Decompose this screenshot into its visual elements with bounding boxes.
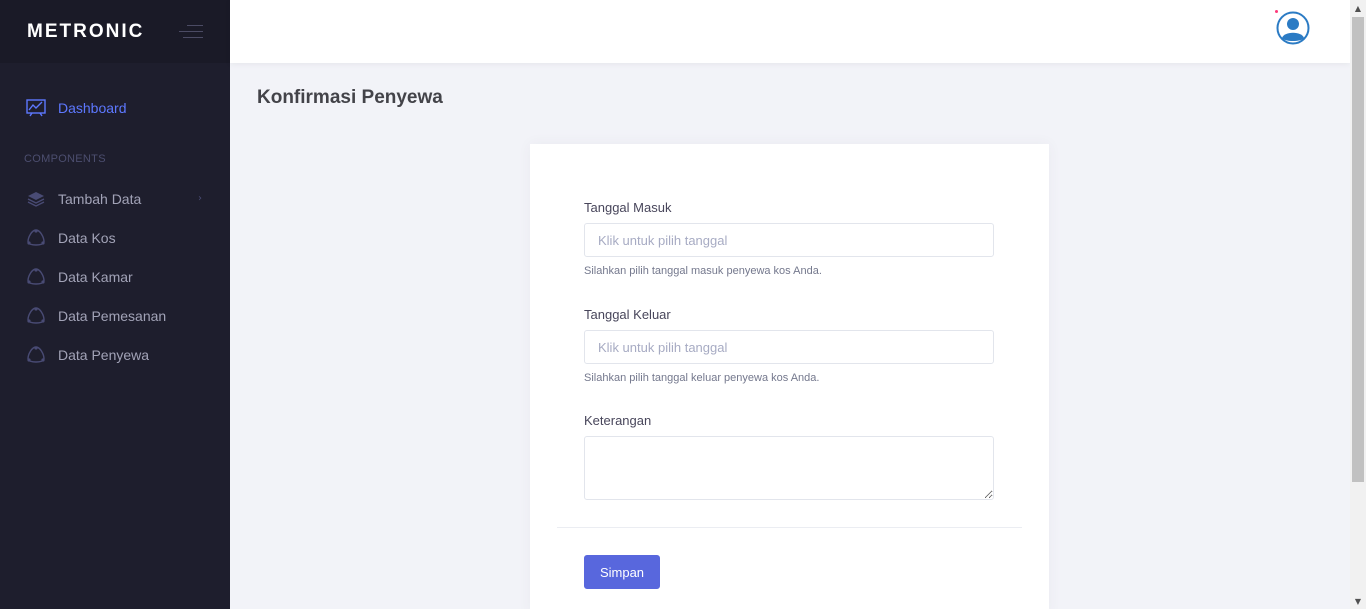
menu-section-components: COMPONENTS bbox=[24, 153, 106, 165]
chevron-right-icon: › bbox=[198, 193, 202, 204]
tanggal-masuk-label: Tanggal Masuk bbox=[584, 200, 672, 215]
sidebar-item-label: Data Penyewa bbox=[58, 346, 150, 363]
keterangan-textarea[interactable] bbox=[584, 436, 994, 500]
sidebar-item-data-kamar[interactable]: Data Kamar bbox=[0, 257, 230, 296]
triangle-icon bbox=[26, 306, 46, 326]
sidebar-item-data-pemesanan[interactable]: Data Pemesanan bbox=[0, 296, 230, 335]
sidebar-item-data-penyewa[interactable]: Data Penyewa bbox=[0, 335, 230, 374]
sidebar-menu: Dashboard COMPONENTS Tambah Data › Data … bbox=[0, 63, 230, 374]
tanggal-masuk-group: Tanggal Masuk Silahkan pilih tanggal mas… bbox=[584, 200, 994, 277]
scrollbar-thumb[interactable] bbox=[1352, 17, 1364, 482]
tanggal-masuk-help: Silahkan pilih tanggal masuk penyewa kos… bbox=[584, 265, 822, 277]
sidebar-item-label: Tambah Data bbox=[58, 190, 142, 207]
card-divider bbox=[557, 527, 1022, 528]
sidebar-toggle-button[interactable] bbox=[179, 24, 203, 39]
keterangan-label: Keterangan bbox=[584, 413, 652, 428]
brand-bar: METRONIC bbox=[0, 0, 230, 63]
layers-icon bbox=[26, 189, 46, 209]
scroll-down-arrow-icon[interactable]: ▼ bbox=[1350, 593, 1366, 609]
triangle-icon bbox=[26, 228, 46, 248]
page-scrollbar[interactable]: ▲ ▼ bbox=[1350, 0, 1366, 609]
sidebar-item-label: Data Kamar bbox=[58, 268, 133, 285]
sidebar: METRONIC Dashboard COMPONENTS Tambah Dat… bbox=[0, 0, 230, 609]
tanggal-keluar-group: Tanggal Keluar Silahkan pilih tanggal ke… bbox=[584, 307, 994, 384]
page-title: Konfirmasi Penyewa bbox=[257, 87, 443, 108]
chart-icon bbox=[26, 98, 46, 118]
triangle-icon bbox=[26, 345, 46, 365]
form-card: Tanggal Masuk Silahkan pilih tanggal mas… bbox=[530, 144, 1049, 609]
tanggal-keluar-label: Tanggal Keluar bbox=[584, 307, 671, 322]
main-content: Konfirmasi Penyewa Tanggal Masuk Silahka… bbox=[230, 63, 1350, 609]
sidebar-item-label: Data Pemesanan bbox=[58, 307, 167, 324]
top-header bbox=[230, 0, 1350, 63]
sidebar-item-label: Dashboard bbox=[58, 99, 127, 116]
sidebar-item-label: Data Kos bbox=[58, 229, 116, 246]
tanggal-masuk-input[interactable] bbox=[584, 223, 994, 257]
simpan-button[interactable]: Simpan bbox=[584, 555, 660, 589]
sidebar-item-dashboard[interactable]: Dashboard bbox=[0, 88, 230, 127]
user-avatar-icon[interactable] bbox=[1276, 11, 1310, 45]
brand-logo[interactable]: METRONIC bbox=[27, 21, 144, 43]
triangle-icon bbox=[26, 267, 46, 287]
tanggal-keluar-input[interactable] bbox=[584, 330, 994, 364]
tanggal-keluar-help: Silahkan pilih tanggal keluar penyewa ko… bbox=[584, 372, 820, 384]
sidebar-item-tambah-data[interactable]: Tambah Data › bbox=[0, 179, 230, 218]
scroll-up-arrow-icon[interactable]: ▲ bbox=[1350, 0, 1366, 16]
keterangan-group: Keterangan bbox=[584, 413, 994, 504]
sidebar-item-data-kos[interactable]: Data Kos bbox=[0, 218, 230, 257]
